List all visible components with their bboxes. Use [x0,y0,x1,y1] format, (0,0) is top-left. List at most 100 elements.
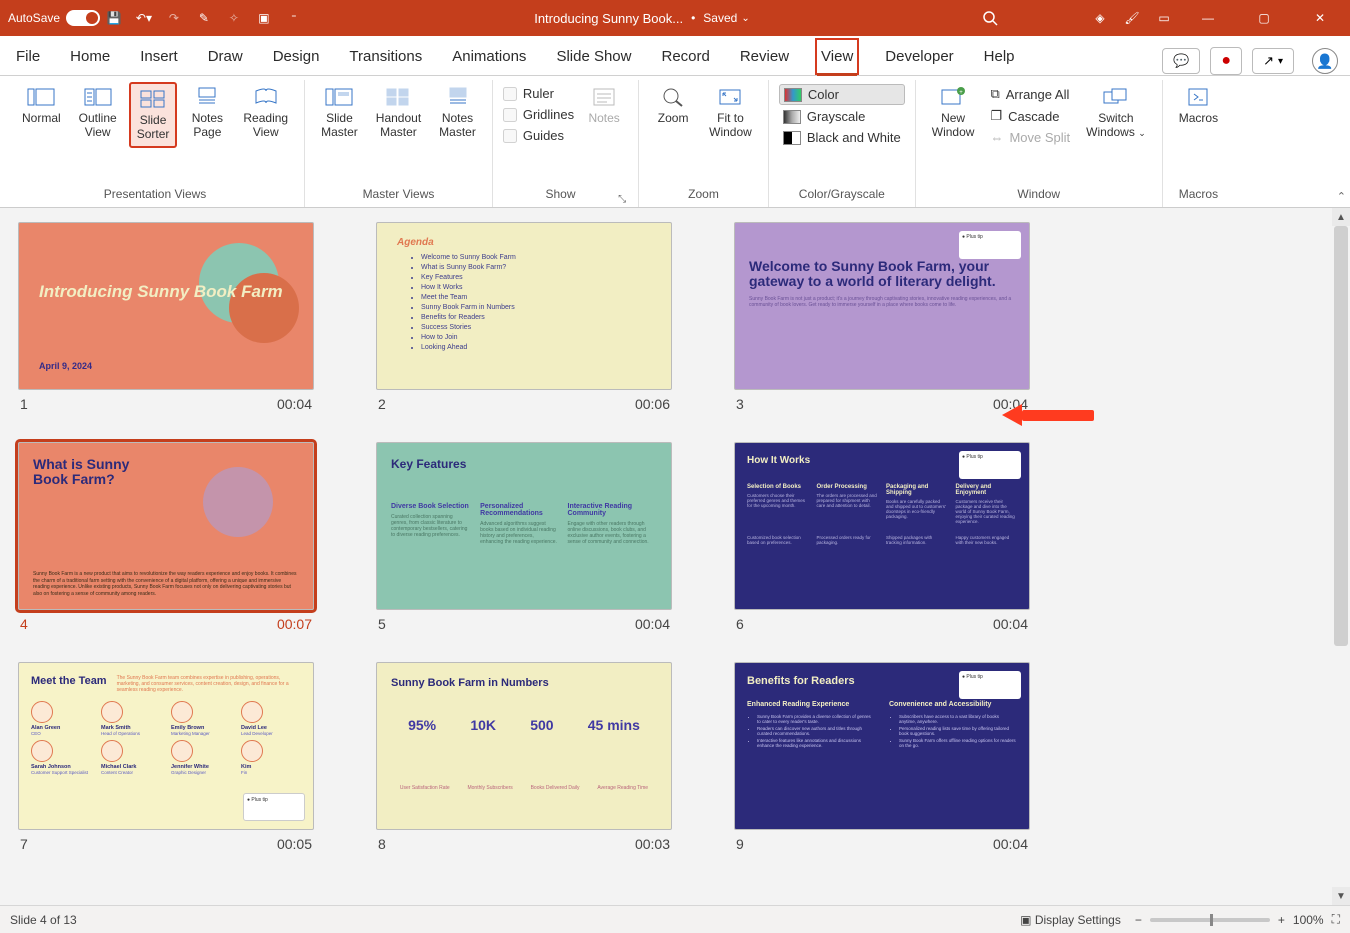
switch-windows-button[interactable]: SwitchWindows ⌄ [1080,82,1152,144]
scroll-down-icon[interactable]: ▼ [1332,887,1350,905]
fit-to-window-icon[interactable]: ⛶ [1332,912,1340,927]
minimize-button[interactable]: — [1186,3,1230,33]
comments-button[interactable]: 💬 [1162,48,1200,74]
svg-text:+: + [959,90,963,96]
collapse-ribbon-icon[interactable]: ⌃ [1337,190,1346,203]
new-window-button[interactable]: + NewWindow [926,82,981,144]
slide-number: 3 [736,396,744,412]
undo-icon[interactable]: ↶▾ [134,8,154,28]
save-icon[interactable]: 💾 [104,8,124,28]
slide-thumbnail[interactable]: What is Sunny Book Farm? Sunny Book Farm… [18,442,348,632]
black-white-option[interactable]: Black and White [779,128,905,147]
color-option[interactable]: Color [779,84,905,105]
zoom-out-button[interactable]: − [1135,913,1142,927]
slide-counter: Slide 4 of 13 [10,913,77,927]
slide-thumbnail[interactable]: Meet the Team The Sunny Book Farm team c… [18,662,348,852]
grayscale-option[interactable]: Grayscale [779,107,905,126]
tab-home[interactable]: Home [66,40,114,75]
tab-file[interactable]: File [12,40,44,75]
group-zoom: Zoom Fit toWindow Zoom [639,80,769,207]
autosave-control[interactable]: AutoSave On [8,10,94,26]
slide-thumbnail[interactable]: Key Features Diverse Book SelectionCurat… [376,442,706,632]
notes-master-button[interactable]: NotesMaster [433,82,482,144]
tab-design[interactable]: Design [269,40,324,75]
zoom-slider[interactable] [1150,918,1270,922]
slide-number: 9 [736,836,744,852]
tab-draw[interactable]: Draw [204,40,247,75]
tab-record[interactable]: Record [657,40,713,75]
slide-thumbnail[interactable]: ● Plus tip Benefits for Readers Enhanced… [734,662,1064,852]
paint-icon[interactable]: 🖌 [1122,8,1142,28]
macros-button[interactable]: Macros [1173,82,1224,130]
slide-number: 8 [378,836,386,852]
zoom-percent[interactable]: 100% [1293,913,1324,927]
saved-status-dropdown[interactable]: Saved ⌄ [703,11,749,25]
group-master-views: SlideMaster HandoutMaster NotesMaster Ma… [305,80,493,207]
tab-insert[interactable]: Insert [136,40,182,75]
quick-icon-2[interactable]: ✧ [224,8,244,28]
slide-time: 00:04 [277,396,312,412]
slide-thumbnail[interactable]: Agenda Welcome to Sunny Book FarmWhat is… [376,222,706,412]
slide-thumbnail[interactable]: ● Plus tip How It Works Selection of Boo… [734,442,1064,632]
fit-to-window-button[interactable]: Fit toWindow [703,82,758,144]
chevron-down-icon: ⌄ [741,13,749,24]
close-button[interactable]: ✕ [1298,3,1342,33]
tab-slideshow[interactable]: Slide Show [552,40,635,75]
group-label: Window [1017,185,1060,205]
vertical-scrollbar[interactable]: ▲ ▼ [1332,208,1350,905]
diamond-icon[interactable]: ◈ [1090,8,1110,28]
guides-checkbox[interactable]: Guides [503,126,574,145]
macros-icon [1182,86,1214,108]
slide-number: 1 [20,396,28,412]
arrange-all-button[interactable]: ⧉Arrange All [986,84,1074,104]
tab-developer[interactable]: Developer [881,40,957,75]
cascade-icon: ❐ [990,108,1002,124]
handout-master-button[interactable]: HandoutMaster [370,82,427,144]
redo-icon[interactable]: ↷ [164,8,184,28]
slide-thumbnail[interactable]: Introducing Sunny Book Farm April 9, 202… [18,222,348,412]
user-badge[interactable]: 👤 [1312,48,1338,74]
tab-review[interactable]: Review [736,40,793,75]
tab-help[interactable]: Help [980,40,1019,75]
tab-view[interactable]: View [815,38,859,75]
slide-sorter-icon [137,88,169,110]
autosave-toggle[interactable] [66,10,100,26]
slide-time: 00:04 [993,616,1028,632]
window-layout-icon[interactable]: ▭ [1154,8,1174,28]
slide-sorter-button[interactable]: SlideSorter [129,82,178,148]
share-button[interactable]: ↗ ▾ [1252,48,1294,74]
zoom-button[interactable]: Zoom [649,82,697,130]
ruler-checkbox[interactable]: Ruler [503,84,574,103]
gridlines-checkbox[interactable]: Gridlines [503,105,574,124]
scroll-up-icon[interactable]: ▲ [1332,208,1350,226]
normal-view-button[interactable]: Normal [16,82,67,130]
slide-time: 00:06 [635,396,670,412]
group-macros: Macros Macros [1163,80,1234,207]
present-icon[interactable]: ▣ [254,8,274,28]
record-button[interactable]: ● [1210,47,1242,75]
slide-number: 4 [20,616,28,632]
reading-view-icon [250,86,282,108]
group-label: Master Views [363,185,435,205]
slide-thumbnail[interactable]: ● Plus tip Welcome to Sunny Book Farm, y… [734,222,1064,412]
customize-qat-icon[interactable]: ⁼ [284,8,304,28]
autosave-label: AutoSave [8,11,60,25]
outline-view-button[interactable]: OutlineView [73,82,123,144]
scroll-thumb[interactable] [1334,226,1348,646]
display-settings-button[interactable]: ▣ Display Settings [1020,913,1121,927]
search-icon[interactable] [980,8,1000,28]
arrange-all-icon: ⧉ [990,86,999,102]
maximize-button[interactable]: ▢ [1242,3,1286,33]
dialog-launcher-icon[interactable]: ⤡ [618,194,626,205]
tab-animations[interactable]: Animations [448,40,530,75]
cascade-button[interactable]: ❐Cascade [986,106,1074,126]
tab-transitions[interactable]: Transitions [345,40,426,75]
touch-mode-icon[interactable]: ✎ [194,8,214,28]
reading-view-button[interactable]: ReadingView [237,82,294,144]
slide-thumbnail[interactable]: Sunny Book Farm in Numbers 95%10K50045 m… [376,662,706,852]
title-dot: • [691,11,695,25]
notes-button: Notes [580,82,628,130]
slide-master-button[interactable]: SlideMaster [315,82,364,144]
zoom-in-button[interactable]: + [1278,913,1285,927]
notes-page-button[interactable]: NotesPage [183,82,231,144]
